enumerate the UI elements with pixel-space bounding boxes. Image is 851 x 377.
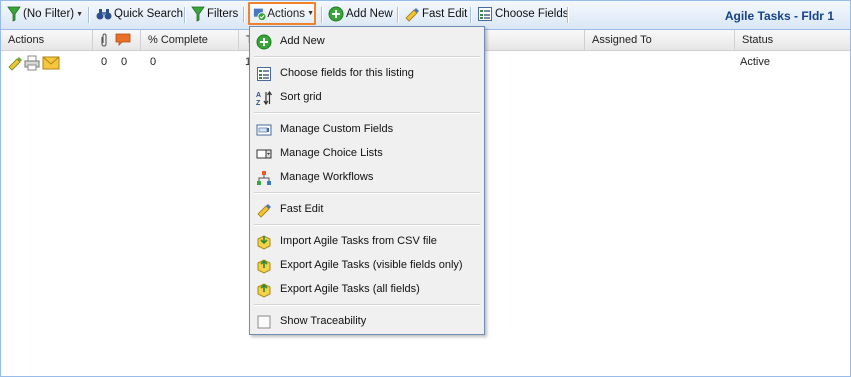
column-header-assigned-to[interactable]: Assigned To xyxy=(585,30,735,50)
column-header-status[interactable]: Status xyxy=(735,30,850,50)
menu-item-label: Sort grid xyxy=(280,91,322,103)
menu-item-sort-grid[interactable]: AZ Sort grid xyxy=(250,87,484,109)
add-icon xyxy=(328,6,344,22)
actions-button[interactable]: Actions ▼ xyxy=(248,2,316,25)
binoculars-icon xyxy=(96,9,112,20)
row-email-icon[interactable] xyxy=(42,56,60,73)
workflow-icon xyxy=(257,171,271,185)
filter-label: (No Filter) xyxy=(23,8,75,20)
comment-icon xyxy=(115,33,131,46)
choose-fields-label: Choose Fields xyxy=(495,8,569,20)
choice-lists-icon xyxy=(256,149,272,159)
menu-item-label: Export Agile Tasks (visible fields only) xyxy=(280,259,463,271)
svg-text:Z: Z xyxy=(256,100,261,106)
chevron-down-icon: ▼ xyxy=(76,10,84,18)
quick-search-button[interactable]: Quick Search xyxy=(96,4,183,24)
menu-item-fast-edit[interactable]: Fast Edit xyxy=(250,199,484,221)
menu-item-label: Add New xyxy=(280,35,325,47)
menu-item-label: Fast Edit xyxy=(280,203,324,215)
pencil-icon xyxy=(8,57,22,71)
filters-button[interactable]: Filters xyxy=(191,4,238,24)
menu-item-add-new[interactable]: Add New xyxy=(250,31,484,53)
envelope-icon xyxy=(42,56,60,70)
paperclip-icon xyxy=(101,33,107,47)
menu-item-label: Export Agile Tasks (all fields) xyxy=(280,283,420,295)
svg-text:A: A xyxy=(256,92,261,99)
actions-menu: Add New Choose fields for this listing A… xyxy=(249,26,485,335)
grid-panel: (No Filter) ▼ Quick Search Filters Actio… xyxy=(0,0,851,377)
menu-item-label: Manage Workflows xyxy=(280,171,374,183)
choose-fields-icon xyxy=(478,7,492,21)
actions-label: Actions xyxy=(267,7,306,20)
filter-dropdown[interactable]: (No Filter) ▼ xyxy=(7,4,83,24)
status-value: Active xyxy=(740,56,770,68)
menu-item-manage-custom-fields[interactable]: Manage Custom Fields xyxy=(250,119,484,141)
menu-item-label: Choose fields for this listing xyxy=(280,67,414,79)
add-new-button[interactable]: Add New xyxy=(328,4,393,24)
pencil-icon xyxy=(405,8,419,22)
custom-fields-icon xyxy=(256,124,272,136)
choose-fields-button[interactable]: Choose Fields xyxy=(477,4,569,24)
menu-item-label: Show Traceability xyxy=(280,315,367,327)
menu-item-export-visible[interactable]: Export Agile Tasks (visible fields only) xyxy=(250,255,484,277)
quick-search-label: Quick Search xyxy=(114,8,184,20)
chevron-down-icon: ▼ xyxy=(307,10,314,17)
column-header-attachments[interactable] xyxy=(93,30,141,50)
printer-icon xyxy=(24,55,40,71)
fast-edit-label: Fast Edit xyxy=(422,8,468,20)
menu-item-label: Manage Custom Fields xyxy=(280,123,394,135)
menu-item-label: Import Agile Tasks from CSV file xyxy=(280,235,437,247)
import-icon xyxy=(257,235,271,250)
comment-count: 0 xyxy=(121,56,128,68)
fast-edit-button[interactable]: Fast Edit xyxy=(404,4,467,24)
funnel-icon xyxy=(191,6,205,22)
export-icon xyxy=(257,283,271,298)
actions-icon xyxy=(253,8,267,21)
menu-item-show-traceability[interactable]: Show Traceability xyxy=(250,311,484,333)
checkbox-icon[interactable] xyxy=(256,314,272,330)
menu-item-label: Manage Choice Lists xyxy=(280,147,383,159)
menu-item-manage-choice-lists[interactable]: Manage Choice Lists xyxy=(250,143,484,165)
row-print-icon[interactable] xyxy=(24,55,40,74)
add-new-label: Add New xyxy=(346,8,393,20)
menu-item-choose-fields[interactable]: Choose fields for this listing xyxy=(250,63,484,85)
funnel-icon xyxy=(7,6,21,22)
menu-item-export-all[interactable]: Export Agile Tasks (all fields) xyxy=(250,279,484,301)
column-header-percent-complete[interactable]: % Complete xyxy=(141,30,239,50)
page-title: Agile Tasks - Fldr 1 xyxy=(724,9,834,23)
menu-item-manage-workflows[interactable]: Manage Workflows xyxy=(250,167,484,189)
export-icon xyxy=(257,259,271,274)
attachment-count: 0 xyxy=(101,56,108,68)
fast-edit-icon xyxy=(257,204,271,218)
sort-icon: AZ xyxy=(256,90,272,106)
choose-fields-icon xyxy=(257,67,271,81)
column-header-actions[interactable]: Actions xyxy=(1,30,93,50)
row-edit-icon[interactable] xyxy=(7,55,23,74)
filters-label: Filters xyxy=(207,8,239,20)
menu-item-import-csv[interactable]: Import Agile Tasks from CSV file xyxy=(250,231,484,253)
add-icon xyxy=(256,34,272,50)
percent-complete-value: 0 xyxy=(150,56,157,68)
